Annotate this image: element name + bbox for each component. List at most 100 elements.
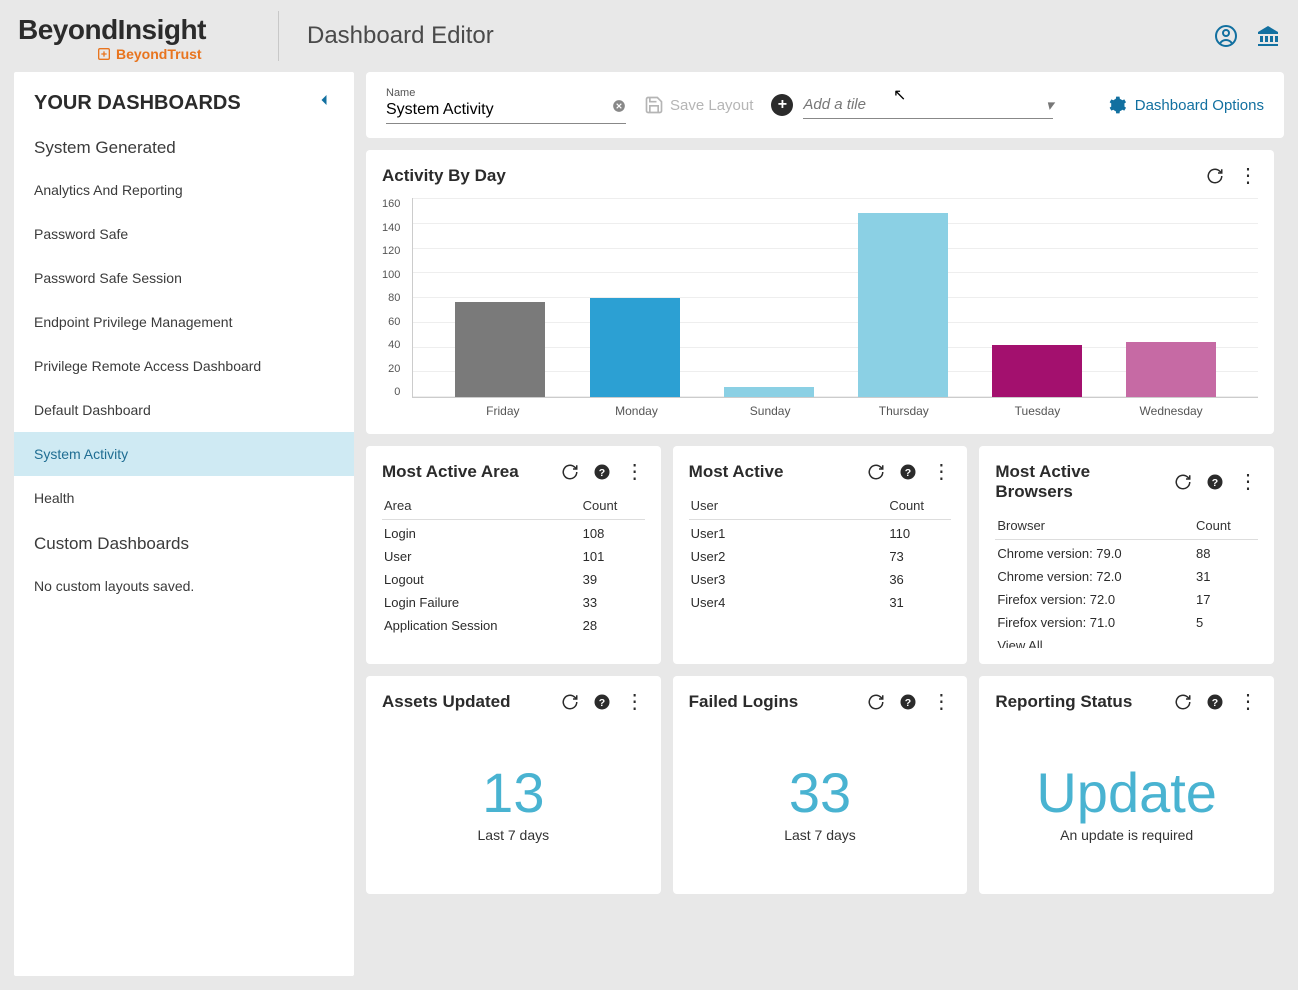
view-all-link[interactable]: View All: [995, 634, 1258, 648]
sidebar-item[interactable]: Analytics And Reporting: [14, 168, 354, 212]
most-active-area-card: Most Active Area ? ⋮ AreaCountLogin108Us…: [366, 446, 661, 664]
card-title: Failed Logins: [689, 692, 858, 712]
y-tick: 160: [382, 198, 400, 210]
table-row[interactable]: Chrome version: 79.088: [995, 542, 1258, 565]
sidebar-item[interactable]: Default Dashboard: [14, 388, 354, 432]
chart-bar[interactable]: [590, 298, 680, 398]
refresh-icon[interactable]: [867, 693, 885, 711]
card-menu-icon[interactable]: ⋮: [1238, 692, 1258, 712]
card-menu-icon[interactable]: ⋮: [625, 462, 645, 482]
failed-logins-value: 33: [789, 760, 851, 825]
add-tile-button[interactable]: +: [771, 94, 793, 116]
svg-text:?: ?: [1212, 477, 1218, 489]
user-icon[interactable]: [1214, 24, 1238, 48]
table-row[interactable]: Chrome version: 72.031: [995, 565, 1258, 588]
main: Name Save Layout + Add a tile ▾ Dashboar: [366, 72, 1284, 976]
y-tick: 0: [394, 386, 400, 398]
add-tile-select[interactable]: Add a tile ▾: [803, 92, 1053, 119]
refresh-icon[interactable]: [1174, 473, 1192, 491]
brand-sub: BeyondTrust: [96, 46, 202, 62]
refresh-icon[interactable]: [561, 693, 579, 711]
card-menu-icon[interactable]: ⋮: [931, 692, 951, 712]
help-icon[interactable]: ?: [1206, 693, 1224, 711]
table-row[interactable]: User1110: [689, 522, 952, 545]
refresh-icon[interactable]: [867, 463, 885, 481]
chart-bar[interactable]: [455, 302, 545, 397]
help-icon[interactable]: ?: [1206, 473, 1224, 491]
reporting-status-card: Reporting Status ? ⋮ Update An update is…: [979, 676, 1274, 894]
col-header: Count: [1196, 518, 1256, 533]
table-row[interactable]: Firefox version: 72.017: [995, 588, 1258, 611]
card-title: Reporting Status: [995, 692, 1164, 712]
failed-logins-sub: Last 7 days: [784, 827, 856, 843]
section-system-generated: System Generated: [14, 124, 354, 168]
y-tick: 120: [382, 245, 400, 257]
chart-bar[interactable]: [1126, 342, 1216, 397]
activity-chart: 160140120100806040200: [382, 198, 1258, 398]
table-row[interactable]: User101: [382, 545, 645, 568]
help-icon[interactable]: ?: [593, 693, 611, 711]
clear-name-icon[interactable]: [612, 99, 626, 118]
dashboard-name-field: Name: [386, 87, 626, 124]
help-icon[interactable]: ?: [593, 463, 611, 481]
most-active-browsers-card: Most Active Browsers ? ⋮ BrowserCount Chr…: [979, 446, 1274, 664]
page-title: Dashboard Editor: [278, 11, 494, 61]
col-header: Count: [889, 498, 949, 513]
svg-text:?: ?: [905, 467, 911, 479]
chart-bar[interactable]: [858, 213, 948, 397]
dashboard-options-button[interactable]: Dashboard Options: [1107, 95, 1264, 115]
dashboard-name-input[interactable]: [386, 99, 626, 124]
x-label: Friday: [458, 404, 548, 418]
sidebar-header: YOUR DASHBOARDS: [14, 72, 354, 124]
gear-icon: [1107, 95, 1127, 115]
name-label: Name: [386, 87, 626, 99]
card-menu-icon[interactable]: ⋮: [1238, 166, 1258, 186]
col-header: Count: [583, 498, 643, 513]
card-menu-icon[interactable]: ⋮: [625, 692, 645, 712]
card-title: Most Active: [689, 462, 858, 482]
sidebar-item[interactable]: Endpoint Privilege Management: [14, 300, 354, 344]
table-row[interactable]: Logout39: [382, 568, 645, 591]
x-label: Thursday: [859, 404, 949, 418]
chart-bar[interactable]: [992, 345, 1082, 397]
brand-icon: [96, 46, 112, 62]
x-label: Wednesday: [1126, 404, 1216, 418]
help-icon[interactable]: ?: [899, 693, 917, 711]
col-header: User: [691, 498, 890, 513]
table-row[interactable]: Application Session28: [382, 614, 645, 637]
table-row[interactable]: Login Failure33: [382, 591, 645, 614]
card-title: Most Active Browsers: [995, 462, 1164, 502]
y-tick: 40: [388, 339, 400, 351]
svg-text:?: ?: [1212, 697, 1218, 709]
y-tick: 20: [388, 363, 400, 375]
chart-bar[interactable]: [724, 387, 814, 397]
refresh-icon[interactable]: [561, 463, 579, 481]
save-layout-button[interactable]: Save Layout: [644, 95, 753, 115]
table-row[interactable]: User336: [689, 568, 952, 591]
collapse-sidebar-icon[interactable]: [314, 90, 334, 116]
table-row[interactable]: User273: [689, 545, 952, 568]
sidebar-item[interactable]: Health: [14, 476, 354, 520]
chevron-down-icon: ▾: [1046, 96, 1054, 114]
sidebar-item[interactable]: System Activity: [14, 432, 354, 476]
sidebar-item[interactable]: Privilege Remote Access Dashboard: [14, 344, 354, 388]
reporting-status-sub: An update is required: [1060, 827, 1193, 843]
card-menu-icon[interactable]: ⋮: [931, 462, 951, 482]
x-label: Sunday: [725, 404, 815, 418]
refresh-icon[interactable]: [1174, 693, 1192, 711]
custom-empty-text: No custom layouts saved.: [14, 564, 354, 608]
x-label: Monday: [591, 404, 681, 418]
table-row[interactable]: User431: [689, 591, 952, 614]
sidebar-item[interactable]: Password Safe: [14, 212, 354, 256]
help-icon[interactable]: ?: [899, 463, 917, 481]
card-title: Assets Updated: [382, 692, 551, 712]
col-header: Browser: [997, 518, 1196, 533]
refresh-icon[interactable]: [1206, 167, 1224, 185]
table-row[interactable]: Login108: [382, 522, 645, 545]
brand-main: BeyondInsight: [18, 14, 206, 46]
activity-by-day-card: Activity By Day ⋮ 160140120100806040200 …: [366, 150, 1274, 434]
card-menu-icon[interactable]: ⋮: [1238, 472, 1258, 492]
sidebar-item[interactable]: Password Safe Session: [14, 256, 354, 300]
table-row[interactable]: Firefox version: 71.05: [995, 611, 1258, 634]
bank-icon[interactable]: [1256, 24, 1280, 48]
